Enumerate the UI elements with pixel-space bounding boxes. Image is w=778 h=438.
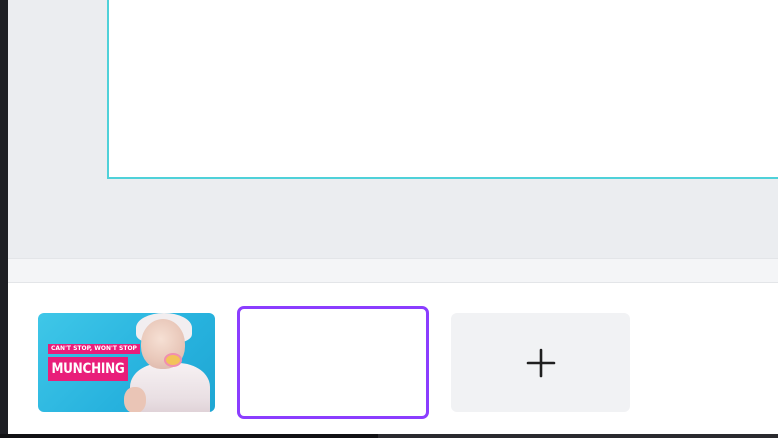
plus-icon [526, 348, 556, 378]
page-strip-divider [8, 258, 778, 283]
canvas-area[interactable] [8, 0, 778, 258]
page-thumbnail-2-selected[interactable] [237, 306, 429, 419]
design-page-canvas[interactable] [107, 0, 778, 179]
window-edge [0, 0, 8, 438]
thumbnail-photo-hand [124, 387, 146, 412]
page-thumbnail-1[interactable]: CAN'T STOP, WON'T STOP MUNCHING [38, 313, 215, 412]
bottom-screen-edge [0, 434, 778, 438]
editor-app: CAN'T STOP, WON'T STOP MUNCHING [8, 0, 778, 434]
page-thumbnail-strip: CAN'T STOP, WON'T STOP MUNCHING [8, 283, 778, 434]
thumbnail-photo-donut [164, 353, 182, 367]
thumbnail-headline-small: CAN'T STOP, WON'T STOP [48, 344, 140, 354]
thumbnail-headline-big: MUNCHING [48, 357, 129, 381]
bottom-screen-edge-accent [378, 434, 778, 438]
add-page-button[interactable] [451, 313, 630, 412]
